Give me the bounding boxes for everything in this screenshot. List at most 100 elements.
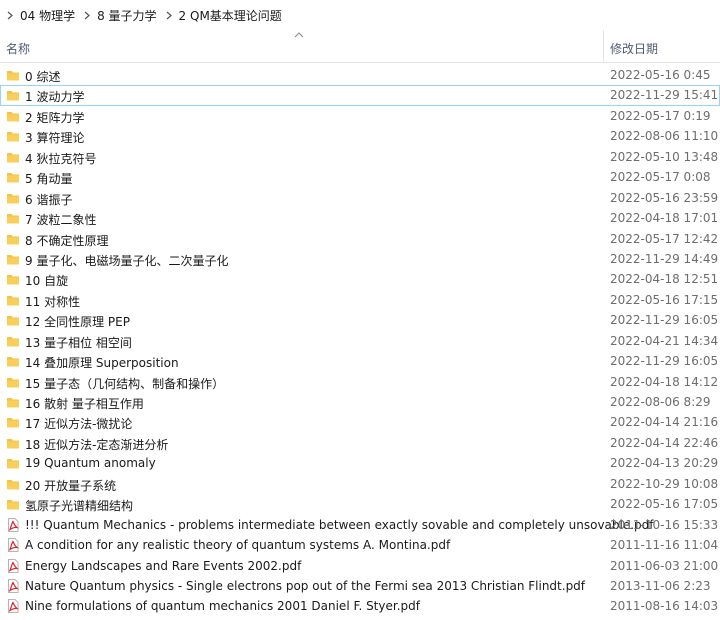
folder-icon	[6, 272, 20, 286]
folder-icon	[6, 170, 20, 184]
file-modified-date: 2022-05-17 0:08	[610, 170, 711, 185]
file-modified-date: 2022-08-06 11:10	[610, 129, 719, 144]
file-name: 19 Quantum anomaly	[25, 456, 156, 471]
folder-icon	[6, 415, 20, 429]
file-name: 4 狄拉克符号	[25, 151, 97, 166]
breadcrumb-item-qm-basics[interactable]: 2 QM基本理论问题	[179, 7, 282, 24]
pdf-file-row[interactable]: Nature Quantum physics - Single electron…	[0, 576, 720, 596]
folder-row[interactable]: 5 角动量 2022-05-17 0:08	[0, 167, 720, 187]
folder-row[interactable]: 3 算符理论 2022-08-06 11:10	[0, 126, 720, 146]
file-name: Nature Quantum physics - Single electron…	[25, 578, 586, 593]
file-modified-date: 2022-04-14 21:16	[610, 415, 719, 430]
folder-row[interactable]: 9 量子化、电磁场量子化、二次量子化 2022-11-29 14:49	[0, 249, 720, 269]
chevron-right-icon[interactable]	[84, 11, 91, 20]
chevron-right-icon[interactable]	[166, 11, 172, 20]
file-name: 16 散射 量子相互作用	[25, 397, 144, 411]
folder-row[interactable]: 1 波动力学 2022-11-29 15:41	[0, 85, 720, 106]
file-name: 17 近似方法-微扰论	[25, 417, 133, 432]
file-name: 14 叠加原理 Superposition	[25, 356, 179, 371]
file-name: 13 量子相位 相空间	[25, 335, 132, 350]
file-name: 20 开放量子系统	[25, 478, 117, 493]
folder-icon	[6, 395, 20, 409]
folder-row[interactable]: 0 综述 2022-05-16 0:45	[0, 65, 720, 85]
pdf-file-icon	[6, 558, 20, 573]
file-modified-date: 2022-05-17 12:42	[610, 231, 719, 246]
folder-row[interactable]: 19 Quantum anomaly 2022-04-13 20:29	[0, 453, 720, 473]
file-name: 3 算符理论	[25, 131, 85, 146]
pdf-file-row[interactable]: A condition for any realistic theory of …	[0, 535, 720, 555]
folder-icon	[6, 88, 20, 102]
folder-row[interactable]: 10 自旋 2022-04-18 12:51	[0, 269, 720, 289]
column-header-name[interactable]: 名称	[6, 40, 30, 57]
file-name: 10 自旋	[25, 274, 69, 289]
file-modified-date: 2022-04-18 14:12	[610, 374, 719, 389]
file-name: A condition for any realistic theory of …	[25, 538, 451, 553]
file-list: 0 综述 2022-05-16 0:45 1 波动力学 2022-11-29 1…	[0, 65, 720, 617]
file-name: 8 不确定性原理	[25, 233, 109, 248]
pdf-file-icon	[6, 538, 20, 553]
column-divider[interactable]	[603, 30, 604, 63]
folder-icon	[6, 497, 20, 511]
pdf-file-icon	[6, 517, 20, 532]
file-name: 15 量子态（几何结构、制备和操作）	[25, 376, 225, 391]
folder-row[interactable]: 2 矩阵力学 2022-05-17 0:19	[0, 106, 720, 126]
pdf-file-icon	[6, 578, 20, 593]
sort-ascending-icon	[294, 32, 304, 38]
folder-icon	[6, 313, 20, 327]
folder-row[interactable]: 13 量子相位 相空间 2022-04-21 14:34	[0, 331, 720, 351]
folder-row[interactable]: 15 量子态（几何结构、制备和操作） 2022-04-18 14:12	[0, 372, 720, 392]
folder-row[interactable]: 14 叠加原理 Superposition 2022-11-29 16:05	[0, 351, 720, 371]
file-modified-date: 2013-11-06 2:23	[610, 578, 711, 593]
folder-row[interactable]: 6 谐振子 2022-05-16 23:59	[0, 188, 720, 208]
file-modified-date: 2022-04-18 12:51	[610, 272, 719, 287]
file-modified-date: 2011-06-03 21:00	[610, 558, 719, 573]
file-modified-date: 2022-05-16 0:45	[610, 68, 711, 82]
folder-icon	[6, 191, 20, 205]
file-modified-date: 2022-10-29 10:08	[610, 476, 719, 491]
file-name: !!! Quantum Mechanics - problems interme…	[25, 517, 654, 532]
file-name: 11 对称性	[25, 294, 81, 309]
file-name: 氢原子光谱精细结构	[25, 499, 134, 514]
file-modified-date: 2022-04-18 17:01	[610, 211, 719, 226]
folder-icon	[6, 211, 20, 225]
folder-row[interactable]: 17 近似方法-微扰论 2022-04-14 21:16	[0, 412, 720, 432]
file-modified-date: 2022-11-29 14:49	[610, 251, 719, 266]
folder-row[interactable]: 4 狄拉克符号 2022-05-10 13:48	[0, 147, 720, 167]
folder-row[interactable]: 18 近似方法-定态渐进分析 2022-04-14 22:46	[0, 433, 720, 453]
pdf-file-row[interactable]: Energy Landscapes and Rare Events 2002.p…	[0, 556, 720, 576]
breadcrumb-item-physics[interactable]: 04 物理学	[20, 7, 75, 24]
file-modified-date: 2022-05-17 0:19	[610, 108, 711, 123]
breadcrumb-item-quantum-mechanics[interactable]: 8 量子力学	[97, 7, 156, 24]
file-modified-date: 2022-04-21 14:34	[610, 333, 719, 348]
pdf-file-row[interactable]: Nine formulations of quantum mechanics 2…	[0, 596, 720, 616]
folder-icon	[6, 334, 20, 348]
folder-row[interactable]: 20 开放量子系统 2022-10-29 10:08	[0, 474, 720, 494]
folder-row[interactable]: 11 对称性 2022-05-16 17:15	[0, 290, 720, 310]
file-name: Nine formulations of quantum mechanics 2…	[25, 599, 420, 614]
folder-icon	[6, 293, 20, 307]
pdf-file-row[interactable]: !!! Quantum Mechanics - problems interme…	[0, 515, 720, 535]
file-modified-date: 2022-04-13 20:29	[610, 456, 719, 471]
file-modified-date: 2022-11-29 16:05	[610, 313, 719, 328]
folder-icon	[6, 109, 20, 123]
folder-row[interactable]: 8 不确定性原理 2022-05-17 12:42	[0, 229, 720, 249]
file-modified-date: 2011-11-16 11:04	[610, 538, 719, 553]
folder-row[interactable]: 氢原子光谱精细结构 2022-05-16 17:05	[0, 494, 720, 514]
file-modified-date: 2022-04-14 22:46	[610, 435, 719, 450]
column-header: 名称 修改日期	[0, 30, 720, 63]
file-name: 1 波动力学	[25, 90, 85, 105]
file-name: 2 矩阵力学	[25, 110, 85, 125]
file-modified-date: 2022-05-10 13:48	[610, 149, 719, 164]
folder-row[interactable]: 12 全同性原理 PEP 2022-11-29 16:05	[0, 310, 720, 330]
folder-row[interactable]: 16 散射 量子相互作用 2022-08-06 8:29	[0, 392, 720, 412]
folder-row[interactable]: 7 波粒二象性 2022-04-18 17:01	[0, 208, 720, 228]
folder-icon	[6, 68, 20, 82]
folder-icon	[6, 232, 20, 246]
column-header-date[interactable]: 修改日期	[610, 40, 658, 57]
chevron-right-icon[interactable]	[7, 11, 13, 20]
folder-icon	[6, 129, 20, 143]
file-modified-date: 2011-08-16 14:03	[610, 599, 719, 614]
file-name: Energy Landscapes and Rare Events 2002.p…	[25, 558, 302, 573]
file-modified-date: 2022-05-16 17:05	[610, 497, 719, 512]
folder-icon	[6, 354, 20, 368]
